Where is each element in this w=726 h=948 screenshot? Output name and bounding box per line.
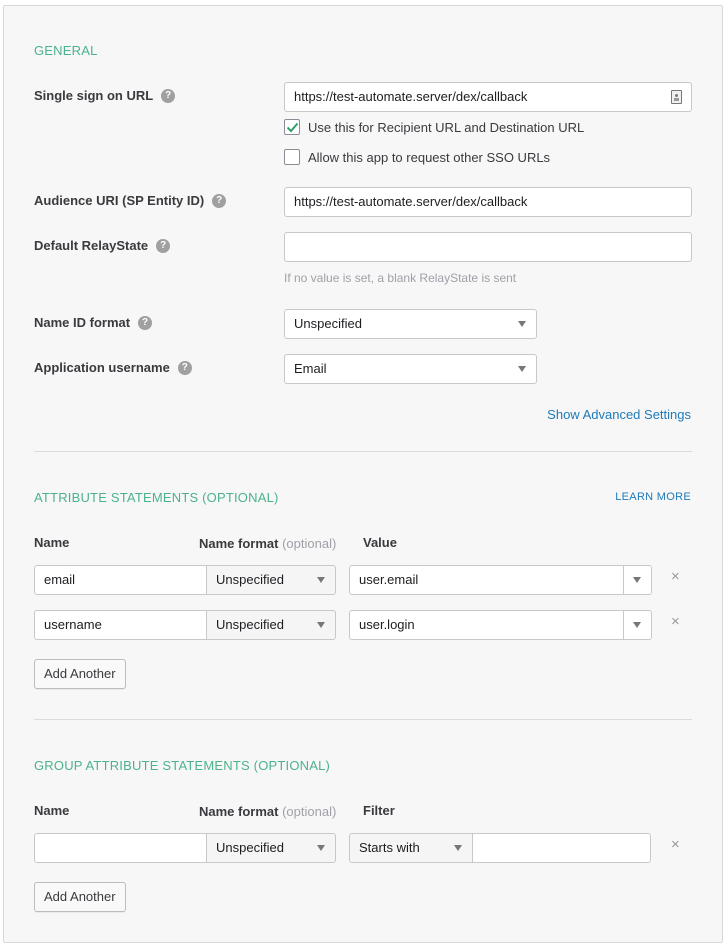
app-username-label-text: Application username: [34, 360, 170, 375]
help-icon[interactable]: ?: [138, 315, 153, 330]
help-icon[interactable]: ?: [212, 193, 227, 208]
remove-attribute-icon[interactable]: ×: [671, 614, 680, 629]
add-another-attribute-button[interactable]: Add Another: [34, 659, 126, 689]
section-divider: [34, 719, 692, 720]
column-header-name: Name: [34, 535, 70, 550]
app-username-label: Application username ?: [34, 360, 192, 375]
group-attribute-row: Unspecified: [34, 833, 336, 863]
attribute-value-combobox[interactable]: user.login: [349, 610, 652, 640]
group-attribute-name-input[interactable]: [34, 833, 207, 863]
column-header-name: Name: [34, 803, 70, 818]
optional-hint: (optional): [282, 536, 337, 551]
chevron-down-icon: [454, 845, 462, 851]
attribute-value-dropdown-button[interactable]: [623, 566, 651, 594]
section-divider: [34, 451, 692, 452]
chevron-down-icon: [317, 577, 325, 583]
sso-url-label-text: Single sign on URL: [34, 88, 154, 103]
group-attribute-statements-title: GROUP ATTRIBUTE STATEMENTS (OPTIONAL): [34, 758, 331, 773]
group-filter-type-select[interactable]: Starts with: [349, 833, 473, 863]
chevron-down-icon: [317, 622, 325, 628]
attribute-name-input[interactable]: email: [34, 565, 207, 595]
attribute-row: email Unspecified: [34, 565, 336, 595]
attribute-value-text: user.email: [359, 572, 419, 587]
attribute-name-format-value: Unspecified: [216, 617, 284, 632]
column-header-filter: Filter: [363, 803, 395, 818]
relay-state-label: Default RelayState ?: [34, 238, 171, 253]
help-icon[interactable]: ?: [161, 88, 176, 103]
attribute-name-format-select[interactable]: Unspecified: [206, 610, 336, 640]
remove-attribute-icon[interactable]: ×: [671, 569, 680, 584]
other-sso-checkbox[interactable]: [284, 149, 300, 165]
app-username-select[interactable]: Email: [284, 354, 537, 384]
attribute-name-input[interactable]: username: [34, 610, 207, 640]
chevron-down-icon: [518, 366, 526, 372]
app-username-value: Email: [294, 361, 327, 376]
group-filter-type-value: Starts with: [359, 840, 420, 855]
optional-hint: (optional): [282, 804, 337, 819]
audience-uri-label: Audience URI (SP Entity ID) ?: [34, 193, 227, 208]
chevron-down-icon: [518, 321, 526, 327]
attribute-value-combobox[interactable]: user.email: [349, 565, 652, 595]
other-sso-checkbox-row[interactable]: Allow this app to request other SSO URLs: [284, 149, 550, 165]
attribute-statements-title: ATTRIBUTE STATEMENTS (OPTIONAL): [34, 490, 279, 505]
relay-state-hint: If no value is set, a blank RelayState i…: [284, 271, 517, 285]
contact-card-icon: [671, 90, 682, 104]
name-id-format-label: Name ID format ?: [34, 315, 153, 330]
recipient-url-checkbox[interactable]: [284, 119, 300, 135]
column-header-name-format-text: Name format: [199, 536, 279, 551]
name-id-format-value: Unspecified: [294, 316, 362, 331]
attribute-row: username Unspecified: [34, 610, 336, 640]
group-filter-value-input[interactable]: [472, 833, 651, 863]
column-header-name-format: Name format (optional): [199, 536, 336, 551]
sso-url-label: Single sign on URL ?: [34, 88, 176, 103]
other-sso-checkbox-label: Allow this app to request other SSO URLs: [308, 149, 551, 165]
checkmark-icon: [286, 122, 298, 132]
help-icon[interactable]: ?: [177, 360, 192, 375]
chevron-down-icon: [633, 577, 641, 583]
attribute-value-dropdown-button[interactable]: [623, 611, 651, 639]
recipient-url-checkbox-row[interactable]: Use this for Recipient URL and Destinati…: [284, 119, 584, 135]
learn-more-link[interactable]: LEARN MORE: [615, 491, 691, 503]
sso-url-input[interactable]: https://test-automate.server/dex/callbac…: [284, 82, 692, 112]
show-advanced-settings-link[interactable]: Show Advanced Settings: [547, 407, 691, 422]
chevron-down-icon: [633, 622, 641, 628]
name-id-format-select[interactable]: Unspecified: [284, 309, 537, 339]
general-section-title: GENERAL: [34, 43, 98, 58]
relay-state-input[interactable]: [284, 232, 692, 262]
audience-uri-input[interactable]: https://test-automate.server/dex/callbac…: [284, 187, 692, 217]
relay-state-label-text: Default RelayState: [34, 238, 149, 253]
column-header-value: Value: [363, 535, 397, 550]
group-attribute-name-format-select[interactable]: Unspecified: [206, 833, 336, 863]
name-id-format-label-text: Name ID format: [34, 315, 131, 330]
help-icon[interactable]: ?: [156, 238, 171, 253]
recipient-url-checkbox-label: Use this for Recipient URL and Destinati…: [308, 119, 585, 135]
attribute-value-text: user.login: [359, 617, 415, 632]
attribute-name-format-select[interactable]: Unspecified: [206, 565, 336, 595]
saml-settings-panel: GENERAL Single sign on URL ? https://tes…: [3, 5, 723, 943]
group-filter: Starts with: [349, 833, 651, 863]
remove-group-attribute-icon[interactable]: ×: [671, 837, 680, 852]
column-header-name-format: Name format (optional): [199, 804, 336, 819]
group-attribute-name-format-value: Unspecified: [216, 840, 284, 855]
sso-url-value: https://test-automate.server/dex/callbac…: [294, 89, 528, 104]
audience-uri-label-text: Audience URI (SP Entity ID): [34, 193, 205, 208]
attribute-name-format-value: Unspecified: [216, 572, 284, 587]
column-header-name-format-text: Name format: [199, 804, 279, 819]
chevron-down-icon: [317, 845, 325, 851]
add-another-group-attribute-button[interactable]: Add Another: [34, 882, 126, 912]
